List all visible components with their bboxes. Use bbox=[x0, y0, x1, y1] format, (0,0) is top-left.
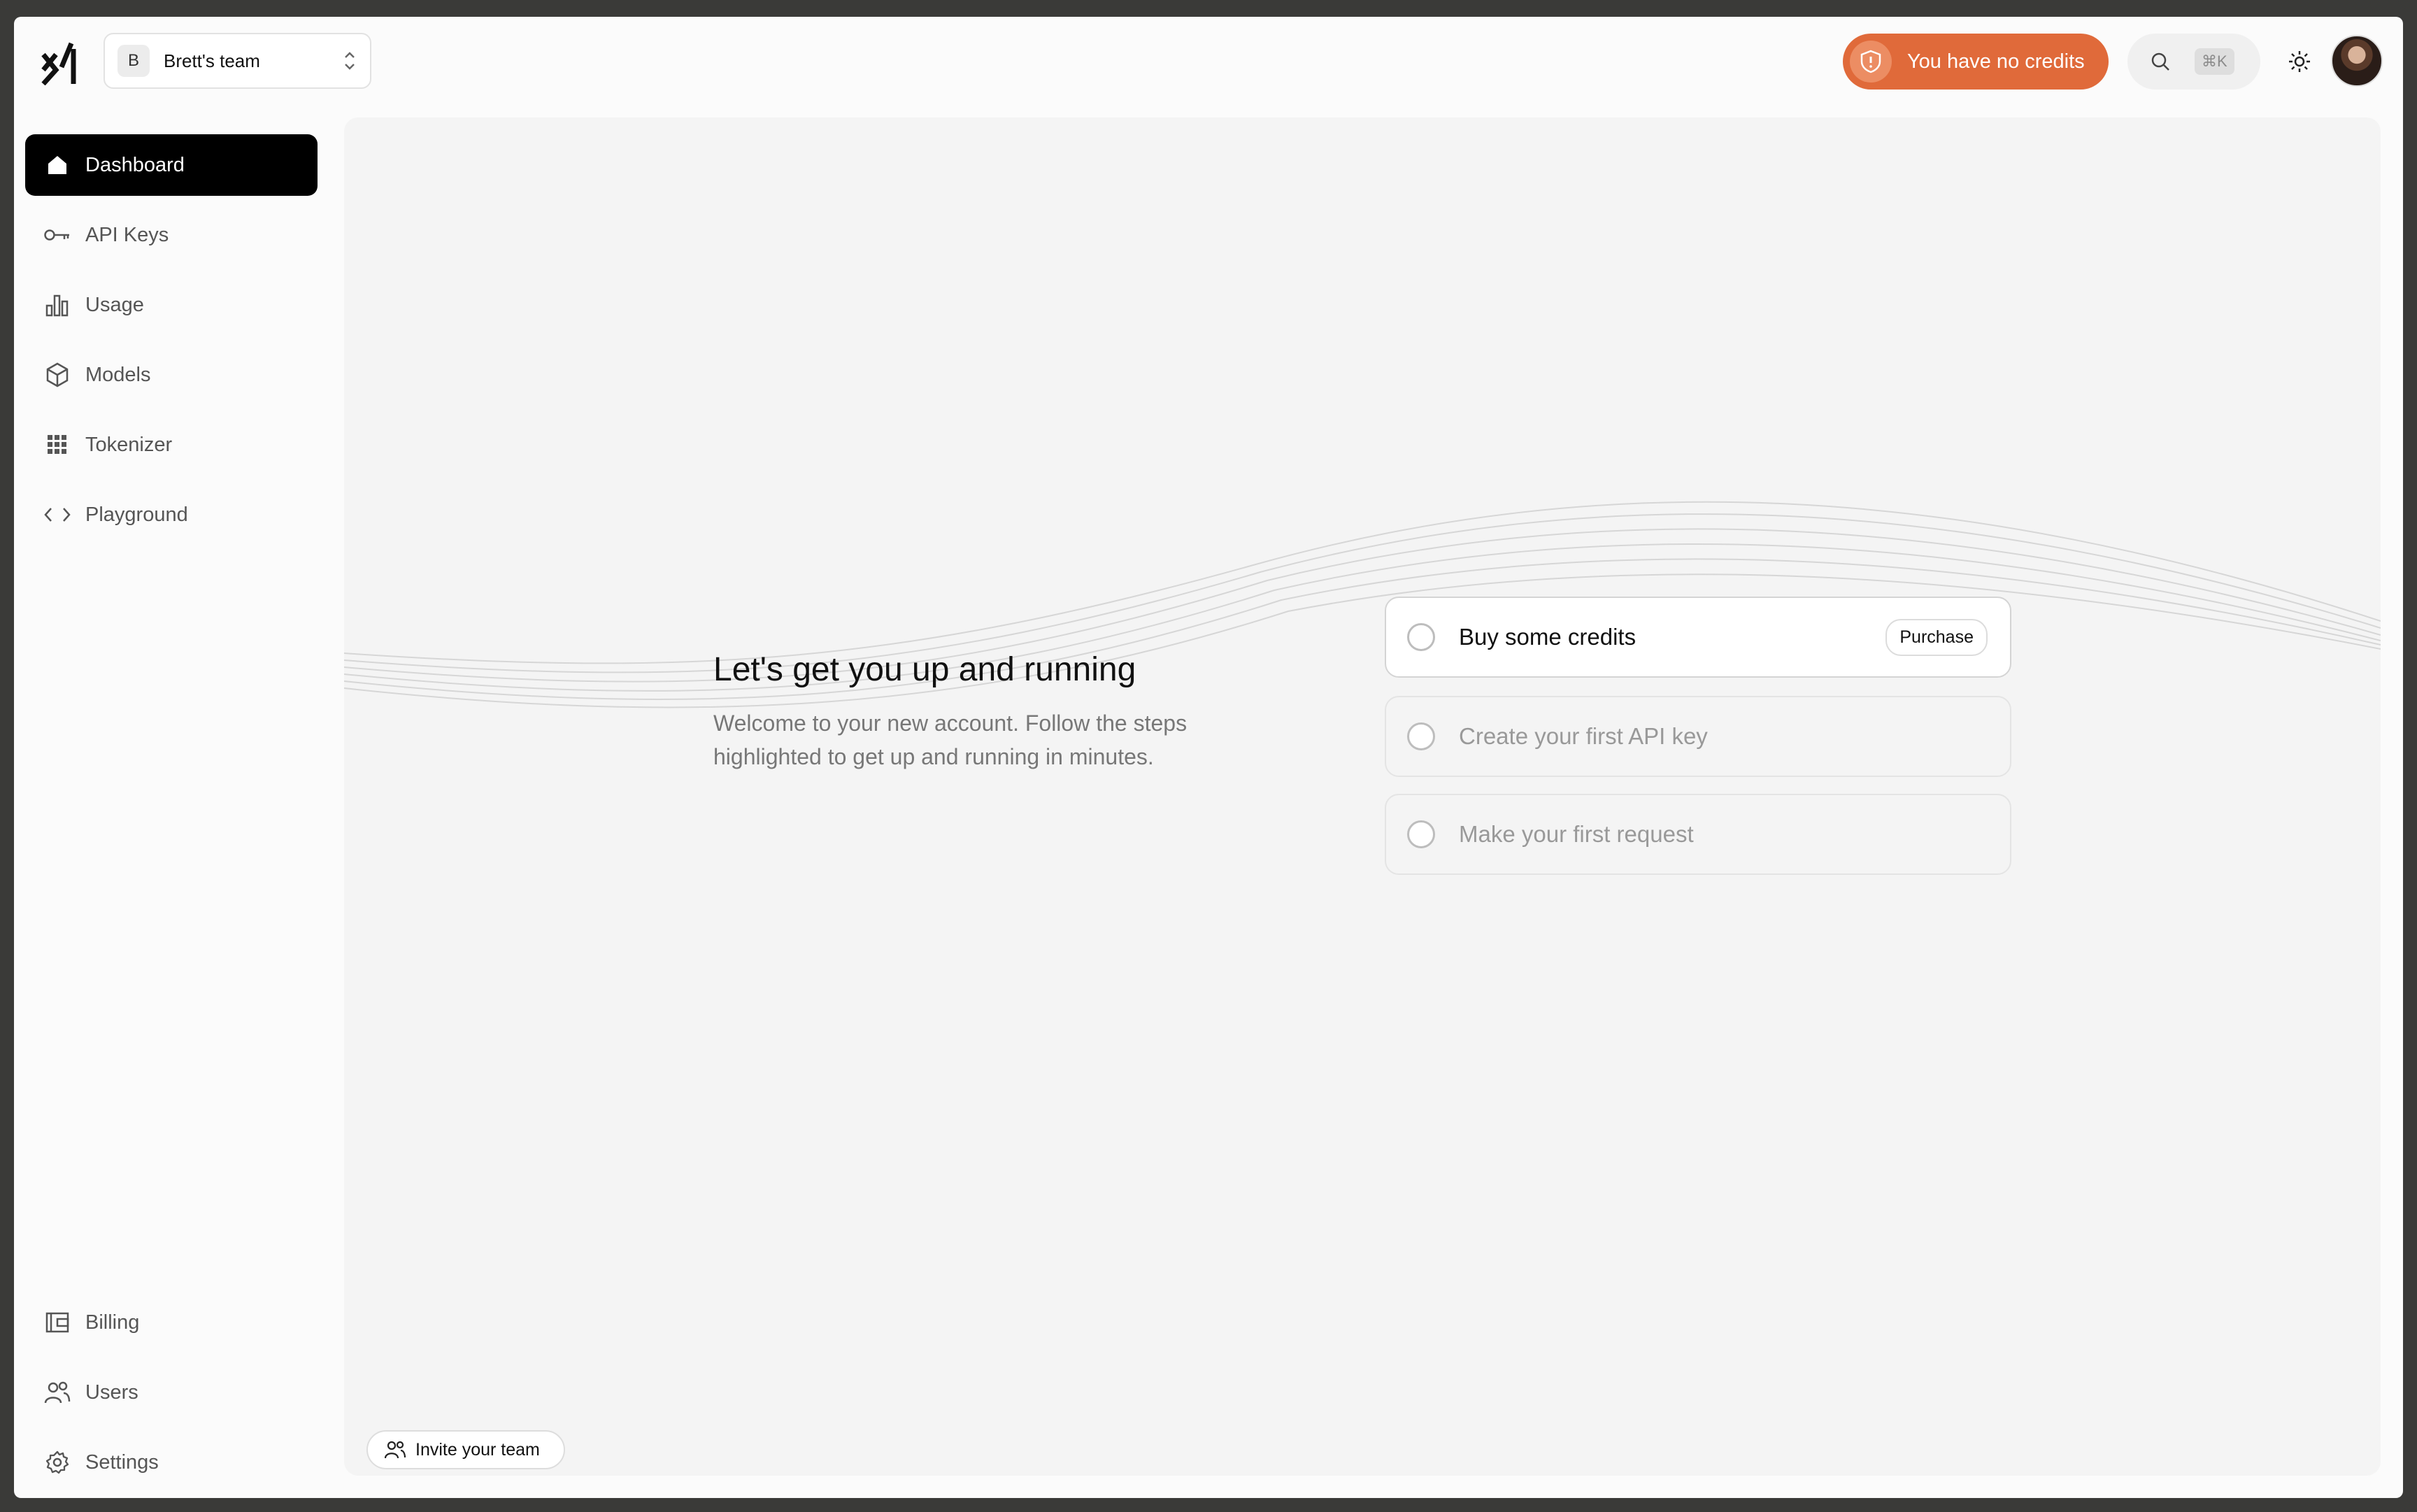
key-icon bbox=[43, 221, 71, 249]
step-label: Make your first request bbox=[1459, 821, 1694, 847]
sun-icon bbox=[2289, 51, 2310, 72]
users-icon bbox=[43, 1378, 71, 1406]
sidebar-item-billing[interactable]: Billing bbox=[25, 1292, 318, 1353]
invite-label: Invite your team bbox=[415, 1439, 540, 1460]
sidebar-item-usage[interactable]: Usage bbox=[25, 274, 318, 336]
sidebar-item-api-keys[interactable]: API Keys bbox=[25, 204, 318, 266]
gear-icon bbox=[43, 1448, 71, 1476]
step-label: Buy some credits bbox=[1459, 624, 1637, 650]
decorative-waves bbox=[344, 501, 2381, 708]
step-first-request[interactable]: Make your first request bbox=[1385, 794, 2011, 875]
code-icon bbox=[43, 501, 71, 529]
sidebar-item-tokenizer[interactable]: Tokenizer bbox=[25, 414, 318, 476]
team-name: Brett's team bbox=[164, 50, 260, 71]
sidebar-item-label: Tokenizer bbox=[85, 433, 173, 456]
grid-icon bbox=[43, 431, 71, 459]
page-title: Let's get you up and running bbox=[713, 651, 1136, 688]
users-icon bbox=[385, 1441, 406, 1459]
sidebar-item-users[interactable]: Users bbox=[25, 1362, 318, 1423]
app-window: B Brett's team You have no credits ⌘K Da… bbox=[14, 17, 2403, 1498]
invite-team-button[interactable]: Invite your team bbox=[366, 1430, 565, 1469]
credits-alert-text: You have no credits bbox=[1907, 50, 2085, 73]
step-buy-credits[interactable]: Buy some credits Purchase bbox=[1385, 597, 2011, 678]
sidebar-item-label: Users bbox=[85, 1381, 138, 1404]
wallet-icon bbox=[43, 1308, 71, 1336]
xai-logo[interactable] bbox=[41, 42, 80, 86]
sidebar-item-label: API Keys bbox=[85, 223, 169, 246]
team-switcher[interactable]: B Brett's team bbox=[104, 33, 371, 89]
sidebar-item-models[interactable]: Models bbox=[25, 344, 318, 406]
search-button[interactable]: ⌘K bbox=[2127, 34, 2260, 90]
step-radio[interactable] bbox=[1407, 722, 1435, 750]
main-panel: Let's get you up and running Welcome to … bbox=[344, 117, 2381, 1476]
sidebar-item-label: Usage bbox=[85, 293, 144, 316]
sidebar-item-playground[interactable]: Playground bbox=[25, 484, 318, 545]
no-credits-button[interactable]: You have no credits bbox=[1843, 34, 2109, 90]
purchase-button[interactable]: Purchase bbox=[1885, 618, 1988, 656]
sidebar-item-settings[interactable]: Settings bbox=[25, 1432, 318, 1493]
search-shortcut: ⌘K bbox=[2195, 48, 2234, 75]
step-create-api-key[interactable]: Create your first API key bbox=[1385, 696, 2011, 777]
search-icon bbox=[2151, 52, 2169, 71]
cube-icon bbox=[43, 361, 71, 389]
bar-chart-icon bbox=[43, 291, 71, 319]
sidebar-item-label: Billing bbox=[85, 1311, 140, 1334]
user-avatar[interactable] bbox=[2331, 35, 2383, 87]
step-label: Create your first API key bbox=[1459, 723, 1708, 749]
step-radio[interactable] bbox=[1407, 820, 1435, 848]
page-subtitle: Welcome to your new account. Follow the … bbox=[713, 711, 1188, 769]
step-radio[interactable] bbox=[1407, 623, 1435, 651]
sidebar-item-label: Playground bbox=[85, 503, 188, 526]
chevron-up-down-icon bbox=[345, 52, 355, 70]
theme-toggle[interactable] bbox=[2283, 45, 2316, 78]
sidebar: Dashboard API Keys Usage Models Tokenize… bbox=[14, 117, 330, 1498]
team-avatar: B bbox=[117, 45, 150, 77]
sidebar-item-label: Models bbox=[85, 363, 151, 386]
shield-alert-icon bbox=[1850, 41, 1892, 83]
sidebar-item-dashboard[interactable]: Dashboard bbox=[25, 134, 318, 196]
sidebar-item-label: Settings bbox=[85, 1450, 159, 1474]
sidebar-item-label: Dashboard bbox=[85, 153, 185, 176]
home-icon bbox=[43, 151, 71, 179]
